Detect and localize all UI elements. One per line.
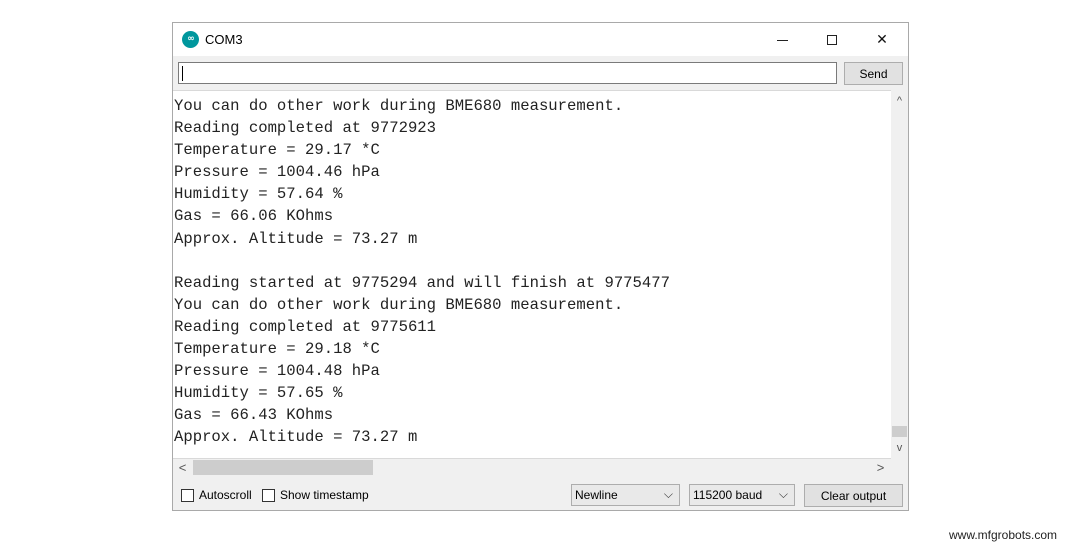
minimize-icon xyxy=(776,40,788,41)
output-line: Temperature = 29.18 *C xyxy=(174,340,380,359)
output-lines: You can do other work during BME680 meas… xyxy=(174,95,670,449)
scroll-up-icon[interactable]: ^ xyxy=(891,92,908,109)
output-line: Humidity = 57.64 % xyxy=(174,185,343,204)
vertical-scrollbar[interactable]: ^ v xyxy=(891,90,908,459)
chevron-down-icon: ⌵ xyxy=(778,487,788,501)
autoscroll-checkbox[interactable]: Autoscroll xyxy=(181,488,252,502)
output-line: Approx. Altitude = 73.27 m xyxy=(174,428,418,447)
title-bar: ∞ COM3 ✕ xyxy=(173,23,908,56)
output-line: Reading started at 9775294 and will fini… xyxy=(174,273,670,292)
checkbox-box[interactable] xyxy=(262,488,275,502)
watermark: www.mfgrobots.com xyxy=(949,528,1058,542)
send-bar: Send xyxy=(173,56,908,90)
chevron-down-icon: ⌵ xyxy=(663,487,673,501)
close-icon: ✕ xyxy=(876,31,888,47)
text-caret xyxy=(182,66,183,81)
baud-rate-select[interactable]: 115200 baud ⌵ xyxy=(689,484,795,506)
close-button[interactable]: ✕ xyxy=(859,23,905,56)
output-line: Pressure = 1004.46 hPa xyxy=(174,163,380,182)
scrollbar-corner xyxy=(891,459,908,476)
vertical-scroll-thumb[interactable] xyxy=(892,426,907,437)
output-line: Humidity = 57.65 % xyxy=(174,384,343,403)
send-input[interactable] xyxy=(178,62,837,84)
scroll-right-icon[interactable]: > xyxy=(873,459,888,476)
horizontal-scroll-thumb[interactable] xyxy=(193,460,373,475)
baud-rate-value: 115200 baud xyxy=(693,488,763,502)
output-line: Reading completed at 9775611 xyxy=(174,317,437,336)
output-line: You can do other work during BME680 meas… xyxy=(174,295,624,314)
output-line: Gas = 66.06 KOhms xyxy=(174,207,334,226)
clear-output-button[interactable]: Clear output xyxy=(804,484,903,507)
autoscroll-label: Autoscroll xyxy=(199,488,252,502)
maximize-button[interactable] xyxy=(809,23,855,56)
window-title: COM3 xyxy=(205,32,243,47)
show-timestamp-checkbox[interactable]: Show timestamp xyxy=(262,488,369,502)
scroll-left-icon[interactable]: < xyxy=(175,459,190,476)
minimize-button[interactable] xyxy=(759,23,805,56)
output-line: Approx. Altitude = 73.27 m xyxy=(174,229,418,248)
line-ending-select[interactable]: Newline ⌵ xyxy=(571,484,680,506)
horizontal-scrollbar[interactable]: < > xyxy=(173,459,891,476)
footer-bar: Autoscroll Show timestamp Newline ⌵ 1152… xyxy=(173,476,908,510)
show-timestamp-label: Show timestamp xyxy=(280,488,369,502)
maximize-icon xyxy=(827,34,837,45)
checkbox-box[interactable] xyxy=(181,488,194,502)
output-line: Pressure = 1004.48 hPa xyxy=(174,362,380,381)
output-line: Reading completed at 9772923 xyxy=(174,119,437,138)
arduino-logo-icon: ∞ xyxy=(182,31,199,48)
send-button[interactable]: Send xyxy=(844,62,903,85)
serial-monitor-window: ∞ COM3 ✕ Send You can do other work duri… xyxy=(172,22,909,511)
output-line: You can do other work during BME680 meas… xyxy=(174,97,624,115)
line-ending-value: Newline xyxy=(575,488,618,502)
output-line: Gas = 66.43 KOhms xyxy=(174,406,334,425)
output-line: Temperature = 29.17 *C xyxy=(174,141,380,160)
serial-output[interactable]: You can do other work during BME680 meas… xyxy=(173,90,891,459)
scroll-down-icon[interactable]: v xyxy=(891,439,908,456)
